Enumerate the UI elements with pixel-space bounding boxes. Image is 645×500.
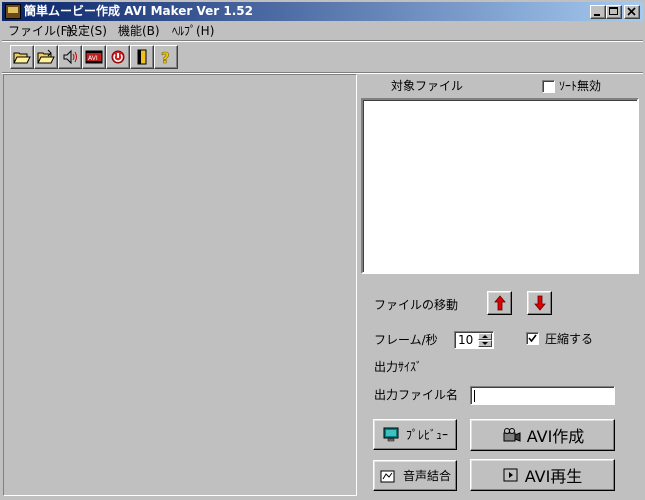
open-folder-button[interactable] (34, 45, 58, 69)
audio-merge-icon (380, 470, 395, 482)
menu-help[interactable]: ﾍﾙﾌﾟ(H) (172, 23, 214, 39)
fps-value[interactable]: 10 (458, 333, 473, 347)
menu-file[interactable]: ファイル(F) (8, 23, 72, 39)
move-down-button[interactable] (527, 291, 552, 315)
speaker-icon (63, 49, 77, 65)
minimize-button[interactable] (590, 5, 606, 19)
minimize-icon (594, 14, 600, 16)
fps-stepper[interactable]: 10 (454, 331, 494, 349)
file-list-header: 対象ファイル (391, 79, 464, 93)
menu-settings[interactable]: 設定(S) (66, 23, 107, 39)
audio-merge-button-label: 音声結合 (402, 469, 451, 483)
create-avi-button-label: AVI作成 (526, 427, 585, 446)
open-folder-alt-icon (37, 49, 55, 64)
title-bar[interactable]: 簡単ムービー作成 AVI Maker Ver 1.52 (2, 2, 643, 21)
svg-text:?: ? (161, 49, 170, 65)
preview-button[interactable]: ﾌﾟﾚﾋﾞｭｰ (373, 419, 457, 450)
reset-button[interactable] (106, 45, 130, 69)
svg-text:AVI: AVI (88, 55, 98, 62)
create-avi-button[interactable]: AVI作成 (470, 419, 615, 451)
sort-disable-label: ｿｰﾄ無効 (559, 79, 602, 93)
open-folder-icon (13, 52, 31, 64)
fps-spin-buttons[interactable] (478, 333, 492, 347)
output-size-label: 出力ｻｲｽﾞ (374, 360, 423, 374)
preview-pane[interactable] (3, 74, 357, 496)
open-file-button[interactable] (10, 45, 34, 69)
play-avi-button[interactable]: AVI再生 (470, 459, 615, 491)
film-avi-icon: AVI (85, 50, 103, 64)
video-camera-icon (503, 428, 521, 442)
app-icon[interactable] (5, 4, 21, 19)
checkmark-icon (528, 334, 537, 343)
file-list[interactable] (361, 98, 639, 274)
menu-divider (2, 40, 643, 42)
monitor-icon (383, 427, 399, 441)
window-title: 簡単ムービー作成 AVI Maker Ver 1.52 (24, 4, 253, 18)
maximize-button[interactable] (606, 5, 622, 19)
close-icon (627, 7, 636, 16)
sort-disable-checkbox[interactable] (542, 80, 555, 93)
help-question-icon: ? (161, 49, 170, 65)
arrow-up-icon (493, 295, 506, 311)
fps-down-icon[interactable] (478, 340, 492, 347)
close-button[interactable] (624, 5, 640, 19)
fps-up-icon[interactable] (478, 333, 492, 340)
arrow-down-icon (533, 295, 546, 311)
maximize-icon (609, 7, 618, 15)
exit-door-icon (137, 49, 147, 65)
audio-button[interactable] (58, 45, 82, 69)
app-window: 簡単ムービー作成 AVI Maker Ver 1.52 ファイル(F) 設定(S… (0, 0, 645, 500)
move-up-button[interactable] (487, 291, 512, 315)
audio-merge-button[interactable]: 音声結合 (373, 460, 457, 491)
menu-function[interactable]: 機能(B) (118, 23, 160, 39)
exit-button[interactable] (130, 45, 154, 69)
compress-checkbox[interactable] (526, 332, 539, 345)
play-icon (503, 468, 518, 482)
move-label: ファイルの移動 (374, 298, 459, 312)
avi-film-button[interactable]: AVI (82, 45, 106, 69)
play-avi-button-label: AVI再生 (524, 467, 583, 486)
compress-label: 圧縮する (545, 332, 594, 346)
help-button[interactable]: ? (154, 45, 178, 69)
preview-button-label: ﾌﾟﾚﾋﾞｭｰ (405, 428, 448, 442)
menu-bar: ファイル(F) 設定(S) 機能(B) ﾍﾙﾌﾟ(H) (2, 22, 643, 40)
fps-label: フレーム/秒 (374, 333, 438, 347)
output-filename-field[interactable] (470, 386, 615, 405)
output-filename-label: 出力ファイル名 (374, 388, 459, 402)
text-caret (474, 390, 475, 402)
reset-icon (111, 50, 125, 64)
